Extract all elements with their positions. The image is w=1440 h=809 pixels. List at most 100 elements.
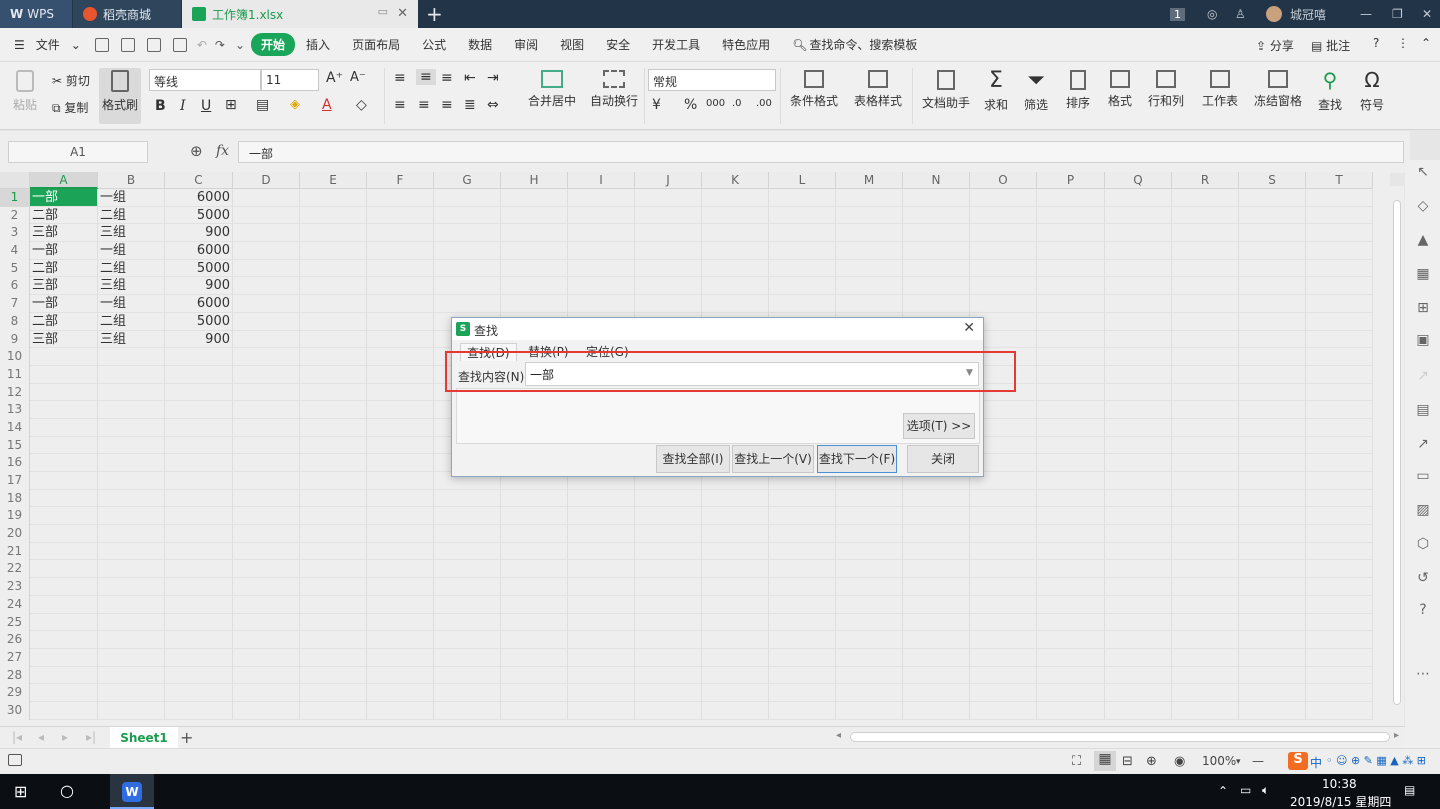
more-dots-icon[interactable]: ⋯ (1415, 666, 1431, 682)
cell[interactable] (635, 542, 702, 561)
cell[interactable] (233, 242, 300, 260)
thousands-icon[interactable]: 000 (706, 98, 725, 109)
cell[interactable] (568, 295, 635, 313)
cell[interactable] (1306, 595, 1373, 614)
cell[interactable] (903, 224, 970, 243)
cell[interactable] (367, 701, 434, 720)
options-button[interactable]: 选项(T) >> (903, 413, 975, 439)
row-header[interactable]: 17 (0, 472, 30, 490)
cell[interactable] (434, 560, 501, 579)
align-middle-icon[interactable]: ≡ (416, 69, 436, 85)
menu-file[interactable]: 文件 (36, 36, 71, 53)
avatar[interactable] (1266, 6, 1282, 22)
cell[interactable] (233, 454, 300, 472)
cell[interactable] (165, 348, 233, 366)
border-icon[interactable]: ⊞ (225, 97, 237, 113)
cell[interactable] (1172, 348, 1239, 366)
print-icon[interactable] (146, 37, 161, 52)
output-icon[interactable] (120, 37, 135, 52)
cell[interactable] (233, 578, 300, 596)
cell[interactable] (836, 631, 903, 649)
cell[interactable] (300, 472, 367, 490)
cell[interactable]: 二组 (98, 312, 165, 331)
cell[interactable] (568, 648, 635, 667)
cell[interactable] (702, 613, 769, 632)
cell[interactable] (300, 560, 367, 579)
cell[interactable] (434, 666, 501, 685)
cell[interactable] (1037, 259, 1105, 278)
cell[interactable] (98, 701, 165, 720)
row-header[interactable]: 24 (0, 595, 30, 614)
row-header[interactable]: 23 (0, 578, 30, 596)
cell[interactable] (1306, 472, 1373, 490)
search-icon[interactable]: 🔍︎ (781, 38, 809, 52)
shapes-icon[interactable]: ◇ (1415, 198, 1431, 214)
cell[interactable] (165, 507, 233, 526)
cell[interactable] (1037, 684, 1105, 702)
cell[interactable] (635, 525, 702, 543)
cell[interactable] (635, 666, 702, 685)
underline-icon[interactable]: U (201, 98, 211, 114)
cell[interactable] (970, 560, 1037, 579)
row-header[interactable]: 16 (0, 454, 30, 472)
cell[interactable] (836, 684, 903, 702)
cell[interactable] (702, 189, 769, 207)
cell[interactable] (970, 666, 1037, 685)
cell[interactable] (1306, 560, 1373, 579)
cell[interactable] (367, 472, 434, 490)
cell[interactable] (568, 525, 635, 543)
cell[interactable] (367, 277, 434, 296)
cell[interactable] (300, 595, 367, 614)
cortana-icon[interactable]: ○ (60, 781, 74, 800)
cell[interactable] (635, 189, 702, 207)
cell[interactable] (1172, 277, 1239, 296)
cell[interactable] (1037, 507, 1105, 526)
align-center-icon[interactable]: ≡ (418, 97, 430, 113)
tab-wps[interactable]: W WPS (0, 0, 72, 28)
decrease-font-icon[interactable]: A⁻ (350, 70, 366, 85)
cell[interactable] (1306, 507, 1373, 526)
cell[interactable] (30, 684, 98, 702)
cell[interactable] (702, 666, 769, 685)
cell[interactable] (1239, 648, 1306, 667)
cell[interactable] (1105, 525, 1172, 543)
cell[interactable] (1105, 542, 1172, 561)
row-header[interactable]: 28 (0, 666, 30, 685)
cell[interactable] (1105, 418, 1172, 437)
fullscreen-icon[interactable]: ⛶ (1072, 754, 1081, 769)
cell[interactable] (300, 383, 367, 402)
cell[interactable] (1172, 383, 1239, 402)
cell[interactable] (1037, 472, 1105, 490)
vertical-scroll-thumb[interactable] (1393, 200, 1401, 705)
cell[interactable] (30, 472, 98, 490)
cell[interactable] (1306, 224, 1373, 243)
cell[interactable] (1105, 224, 1172, 243)
cell[interactable] (635, 560, 702, 579)
cell[interactable] (769, 595, 836, 614)
cell[interactable] (30, 436, 98, 455)
page-break-icon[interactable]: ⊟ (1122, 754, 1133, 769)
cell[interactable] (501, 277, 568, 296)
cell[interactable] (501, 489, 568, 508)
increase-font-icon[interactable]: A⁺ (326, 70, 343, 86)
row-header[interactable]: 26 (0, 631, 30, 649)
cell[interactable]: 900 (165, 330, 233, 349)
cell[interactable] (903, 242, 970, 260)
cell[interactable] (98, 613, 165, 632)
cell[interactable] (1105, 701, 1172, 720)
cell[interactable] (1172, 312, 1239, 331)
cell[interactable] (568, 489, 635, 508)
cell[interactable] (98, 472, 165, 490)
cell[interactable] (1105, 613, 1172, 632)
cell[interactable] (30, 542, 98, 561)
cell[interactable] (501, 224, 568, 243)
cell[interactable] (98, 507, 165, 526)
cell[interactable] (635, 206, 702, 225)
cell[interactable] (501, 189, 568, 207)
cell[interactable] (970, 206, 1037, 225)
window-pin-icon[interactable]: ▭ (378, 5, 388, 18)
row-header[interactable]: 7 (0, 295, 30, 313)
cell[interactable] (836, 259, 903, 278)
row-header[interactable]: 14 (0, 418, 30, 437)
cell[interactable] (300, 648, 367, 667)
